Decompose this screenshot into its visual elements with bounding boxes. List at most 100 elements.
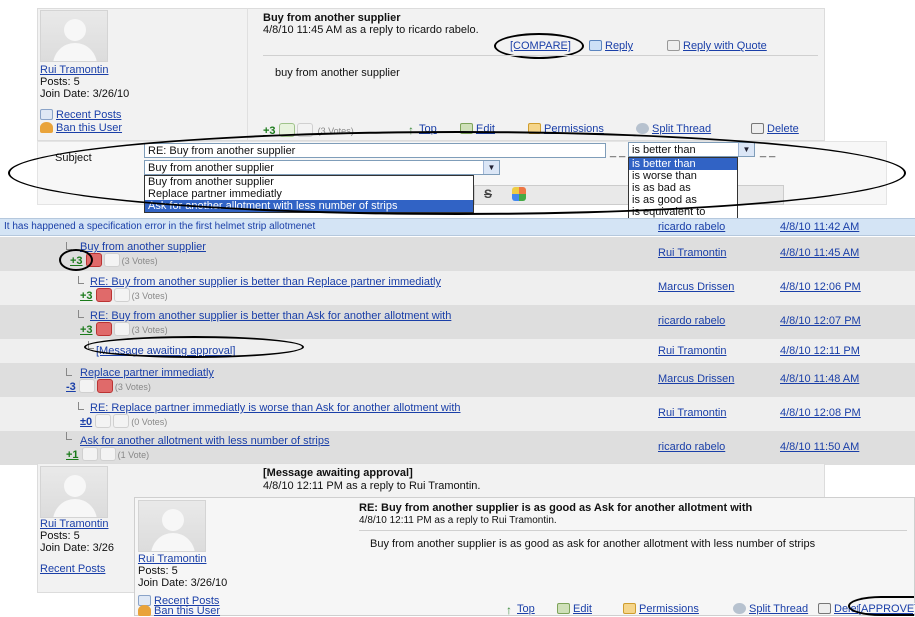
thread-author-link[interactable]: Rui Tramontin xyxy=(658,407,726,419)
trash-icon xyxy=(751,123,764,134)
join-date: Join Date: 3/26/10 xyxy=(138,577,228,589)
thread-votes: +3 (3 Votes) xyxy=(80,322,168,336)
document-icon xyxy=(40,109,53,120)
recent-posts-link[interactable]: Recent Posts xyxy=(40,109,121,121)
thread-title-link[interactable]: RE: Buy from another supplier is better … xyxy=(90,276,441,288)
thread-date-link[interactable]: 4/8/10 11:48 AM xyxy=(780,373,859,385)
trash-icon xyxy=(818,603,831,614)
thumbs-up-icon[interactable] xyxy=(95,322,112,336)
reply-link[interactable]: Reply xyxy=(589,40,633,52)
thumbs-up-icon[interactable] xyxy=(95,288,112,302)
author-link[interactable]: Rui Tramontin xyxy=(40,518,108,530)
permissions-link[interactable]: Permissions xyxy=(623,603,699,615)
ban-user-label[interactable]: Ban this User xyxy=(154,605,220,617)
thumbs-up-icon[interactable] xyxy=(81,447,98,461)
thread-author-link[interactable]: Rui Tramontin xyxy=(658,247,726,259)
tree-branch xyxy=(66,432,72,440)
highlight-oval xyxy=(848,596,914,616)
post-meta: 4/8/10 11:45 AM as a reply to ricardo ra… xyxy=(263,24,479,36)
thread-votes: +1 (1 Vote) xyxy=(66,447,149,461)
tree-branch xyxy=(78,402,84,410)
thread-date-link[interactable]: 4/8/10 12:08 PM xyxy=(780,407,861,419)
thumbs-down-icon[interactable] xyxy=(113,288,130,302)
thread-title-link[interactable]: Ask for another allotment with less numb… xyxy=(80,435,329,447)
user-icon xyxy=(138,605,151,616)
post-meta: 4/8/10 12:11 PM as a reply to Rui Tramon… xyxy=(263,480,481,492)
highlight-oval xyxy=(8,131,906,215)
thread-author-link[interactable]: Rui Tramontin xyxy=(658,345,726,357)
ban-user-link[interactable]: Ban this User xyxy=(40,122,122,134)
post-title: RE: Buy from another supplier is as good… xyxy=(359,502,753,514)
thumbs-up-icon[interactable] xyxy=(95,414,112,428)
vote-count: (3 Votes) xyxy=(131,291,168,301)
author-link[interactable]: Rui Tramontin xyxy=(138,553,206,565)
thread-author-link[interactable]: ricardo rabelo xyxy=(658,441,725,453)
tree-header-title: It has happened a specification error in… xyxy=(4,221,316,232)
recent-posts-label[interactable]: Recent Posts xyxy=(56,109,121,121)
thread-date-link[interactable]: 4/8/10 12:07 PM xyxy=(780,315,861,327)
post-divider xyxy=(263,55,818,56)
tree-header-author[interactable]: ricardo rabelo xyxy=(658,221,725,233)
edit-label[interactable]: Edit xyxy=(573,603,592,615)
thread-date-link[interactable]: 4/8/10 11:50 AM xyxy=(780,441,859,453)
vote-score[interactable]: +3 xyxy=(80,324,93,336)
thumbs-down-icon[interactable] xyxy=(96,379,113,393)
thread-author-link[interactable]: Marcus Drissen xyxy=(658,281,734,293)
split-thread-link[interactable]: Split Thread xyxy=(733,603,808,615)
reply-label[interactable]: Reply xyxy=(605,40,633,52)
vote-score[interactable]: +3 xyxy=(80,290,93,302)
delete-label[interactable]: Delete xyxy=(767,123,799,135)
thread-date-link[interactable]: 4/8/10 11:45 AM xyxy=(780,247,859,259)
vote-score[interactable]: +1 xyxy=(66,449,79,461)
thread-title-link[interactable]: RE: Replace partner immediatly is worse … xyxy=(90,402,461,414)
edit-icon xyxy=(557,603,570,614)
thread-title-link[interactable]: Buy from another supplier xyxy=(80,241,206,253)
reply-quote-label[interactable]: Reply with Quote xyxy=(683,40,767,52)
post-count: Posts: 5 xyxy=(40,76,80,88)
top-link[interactable]: ↑ Top xyxy=(506,603,535,617)
top-label[interactable]: Top xyxy=(517,603,535,615)
quote-icon xyxy=(667,40,680,51)
delete-link[interactable]: Delete xyxy=(751,123,799,135)
split-icon xyxy=(733,603,746,614)
ban-user-label[interactable]: Ban this User xyxy=(56,122,122,134)
vote-score[interactable]: ±0 xyxy=(80,416,92,428)
thread-date-link[interactable]: 4/8/10 12:11 PM xyxy=(780,345,860,357)
thumbs-down-icon[interactable] xyxy=(99,447,116,461)
tree-header-date[interactable]: 4/8/10 11:42 AM xyxy=(780,221,859,233)
thread-title-link[interactable]: Replace partner immediatly xyxy=(80,367,214,379)
post-count: Posts: 5 xyxy=(40,530,80,542)
arrow-up-icon: ↑ xyxy=(506,603,512,617)
thumbs-down-icon[interactable] xyxy=(113,414,130,428)
thread-author-link[interactable]: ricardo rabelo xyxy=(658,315,725,327)
vote-count: (3 Votes) xyxy=(131,325,168,335)
post-body: buy from another supplier xyxy=(275,67,400,79)
split-thread-link[interactable]: Split Thread xyxy=(636,123,711,135)
split-label[interactable]: Split Thread xyxy=(749,603,808,615)
recent-posts-link[interactable]: Recent Posts xyxy=(40,563,105,575)
permissions-icon xyxy=(623,603,636,614)
split-icon xyxy=(636,123,649,134)
avatar xyxy=(40,10,108,62)
tree-branch xyxy=(66,368,72,376)
vote-count: (1 Vote) xyxy=(117,450,150,460)
split-label[interactable]: Split Thread xyxy=(652,123,711,135)
join-date: Join Date: 3/26 xyxy=(40,542,114,554)
thumbs-down-icon[interactable] xyxy=(113,322,130,336)
thread-title-link[interactable]: RE: Buy from another supplier is better … xyxy=(90,310,451,322)
permissions-label[interactable]: Permissions xyxy=(639,603,699,615)
reply-with-quote-link[interactable]: Reply with Quote xyxy=(667,40,767,52)
highlight-oval xyxy=(84,336,304,358)
user-icon xyxy=(40,122,53,133)
author-link[interactable]: Rui Tramontin xyxy=(40,64,108,76)
thread-author-link[interactable]: Marcus Drissen xyxy=(658,373,734,385)
highlight-oval xyxy=(59,249,93,271)
thread-date-link[interactable]: 4/8/10 12:06 PM xyxy=(780,281,861,293)
vote-score[interactable]: -3 xyxy=(66,381,76,393)
thread-votes: -3 (3 Votes) xyxy=(66,379,151,393)
thumbs-up-icon[interactable] xyxy=(78,379,95,393)
thumbs-down-icon[interactable] xyxy=(103,253,120,267)
ban-user-link[interactable]: Ban this User xyxy=(138,605,220,617)
tree-branch xyxy=(78,276,84,284)
edit-link[interactable]: Edit xyxy=(557,603,592,615)
